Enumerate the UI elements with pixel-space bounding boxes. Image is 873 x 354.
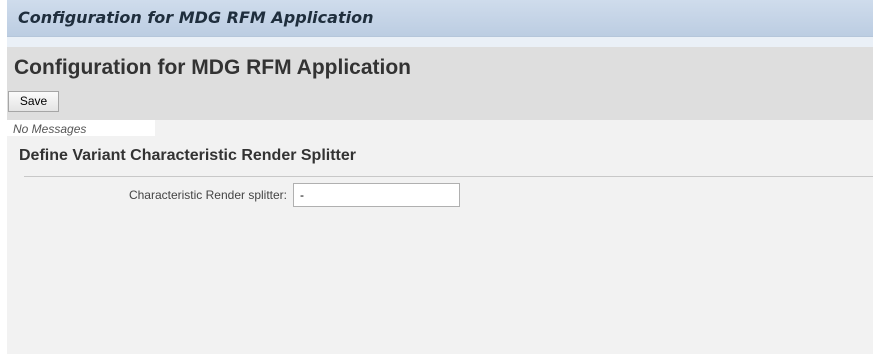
section-divider — [24, 176, 873, 177]
title-bar-separator — [7, 37, 873, 47]
render-splitter-input[interactable] — [293, 183, 460, 207]
application-window: Configuration for MDG RFM Application Co… — [7, 0, 873, 354]
message-area: No Messages — [7, 120, 155, 136]
render-splitter-label: Characteristic Render splitter: — [128, 188, 287, 202]
window-title-bar: Configuration for MDG RFM Application — [7, 0, 873, 37]
message-text: No Messages — [13, 122, 87, 136]
page-header: Configuration for MDG RFM Application Sa… — [7, 47, 873, 120]
save-button[interactable]: Save — [8, 91, 59, 112]
section-title: Define Variant Characteristic Render Spl… — [19, 147, 356, 164]
page-title: Configuration for MDG RFM Application — [14, 56, 412, 79]
window-title: Configuration for MDG RFM Application — [18, 8, 374, 27]
